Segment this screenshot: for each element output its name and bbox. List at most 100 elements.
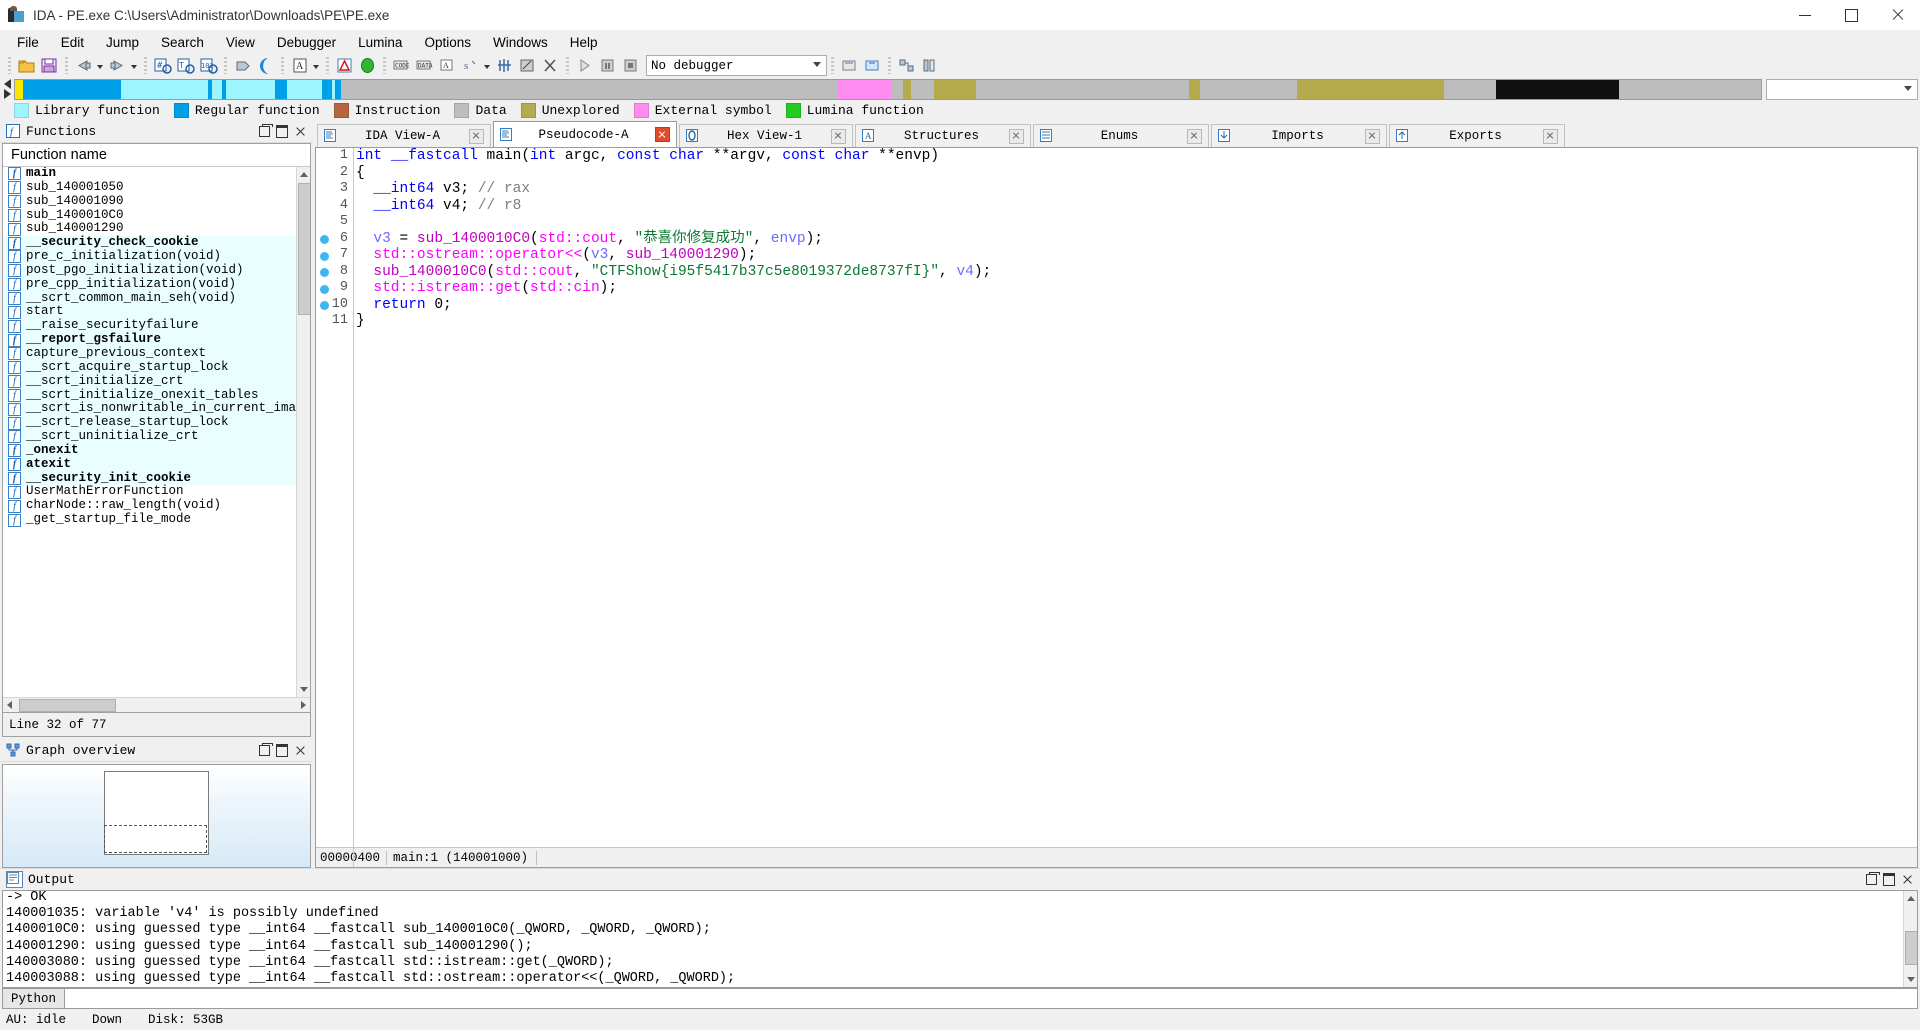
navband-segment[interactable] xyxy=(275,79,288,99)
function-list-item[interactable]: f __scrt_is_nonwritable_in_current_image xyxy=(3,401,296,417)
output-log[interactable]: -> OK 140001035: variable 'v4' is possibl… xyxy=(3,891,1903,987)
tab-close-icon[interactable] xyxy=(831,128,846,144)
code-line[interactable]: int __fastcall main(int argc, const char… xyxy=(356,148,1917,165)
menu-lumina[interactable]: Lumina xyxy=(347,33,413,52)
line-number[interactable]: 7 xyxy=(316,247,354,264)
back-icon[interactable] xyxy=(73,55,94,76)
line-number[interactable]: 9 xyxy=(316,280,354,297)
functions-horizontal-scrollbar[interactable] xyxy=(3,697,310,712)
navigation-band[interactable] xyxy=(14,78,1762,100)
tab-enums[interactable]: Enums xyxy=(1033,124,1209,147)
moon-icon[interactable] xyxy=(255,55,276,76)
line-number[interactable]: 4 xyxy=(316,198,354,215)
navband-segment[interactable] xyxy=(1199,79,1298,99)
tab-close-icon[interactable] xyxy=(655,127,670,142)
function-list-item[interactable]: f _get_startup_file_mode xyxy=(3,512,296,527)
python-language-button[interactable]: Python xyxy=(2,988,66,1009)
function-list-item[interactable]: f __scrt_initialize_onexit_tables xyxy=(3,388,296,403)
navband-zoom-select[interactable] xyxy=(1766,78,1918,100)
menu-help[interactable]: Help xyxy=(559,33,609,52)
tab-close-icon[interactable] xyxy=(1365,128,1380,144)
function-list-item[interactable]: f sub_140001290 xyxy=(3,222,296,236)
menu-windows[interactable]: Windows xyxy=(482,33,559,52)
menu-search[interactable]: Search xyxy=(150,33,215,52)
pseudocode-text[interactable]: int __fastcall main(int argc, const char… xyxy=(354,148,1917,847)
scroll-left-icon[interactable] xyxy=(7,701,12,709)
forward-dropdown-icon[interactable] xyxy=(129,55,140,76)
python-command-input[interactable] xyxy=(65,988,1918,1009)
scroll-up-icon[interactable] xyxy=(1907,896,1915,901)
scroll-right-icon[interactable] xyxy=(301,701,306,709)
graph-overview-panel[interactable] xyxy=(2,764,311,868)
navband-segment[interactable] xyxy=(226,79,276,99)
ascii-dropdown-icon[interactable] xyxy=(311,55,322,76)
save-icon[interactable] xyxy=(39,55,60,76)
navband-segment[interactable] xyxy=(934,79,977,99)
code-line[interactable]: } xyxy=(356,313,1917,330)
tab-close-icon[interactable] xyxy=(1009,128,1024,144)
delete-function-icon[interactable] xyxy=(540,55,561,76)
output-vertical-scrollbar[interactable] xyxy=(1903,891,1917,987)
toolbar-grip-10[interactable] xyxy=(888,57,891,74)
navband-segment[interactable] xyxy=(911,79,935,99)
menu-view[interactable]: View xyxy=(215,33,266,52)
functions-float-button[interactable] xyxy=(273,123,291,140)
open-file-icon[interactable] xyxy=(16,55,37,76)
undefine-dropdown-icon[interactable] xyxy=(482,55,493,76)
scroll-down-icon[interactable] xyxy=(300,687,308,692)
navband-segment[interactable] xyxy=(15,79,23,99)
pause-icon[interactable] xyxy=(597,55,618,76)
line-number[interactable]: 1 xyxy=(316,148,354,165)
function-list-item[interactable]: f __scrt_common_main_seh(void) xyxy=(3,291,296,306)
edit-function-icon[interactable] xyxy=(517,55,538,76)
run-icon[interactable] xyxy=(574,55,595,76)
graph-layout-icon[interactable] xyxy=(896,55,917,76)
tab-hex-view-1[interactable]: Hex View-1 xyxy=(679,124,853,147)
toolbar-grip-3[interactable] xyxy=(144,57,147,74)
function-list-item[interactable]: f sub_140001090 xyxy=(3,194,296,209)
navband-segment[interactable] xyxy=(22,79,121,99)
function-list-item[interactable]: f pre_cpp_initialization(void) xyxy=(3,277,296,292)
line-number[interactable]: 5 xyxy=(316,214,354,231)
scrollbar-thumb[interactable] xyxy=(1905,931,1917,965)
function-list-item[interactable]: f charNode::raw_length(void) xyxy=(3,498,296,513)
menu-edit[interactable]: Edit xyxy=(50,33,95,52)
search-again-icon[interactable] xyxy=(232,55,253,76)
debug-options-icon[interactable] xyxy=(839,55,860,76)
forward-icon[interactable] xyxy=(107,55,128,76)
tab-structures[interactable]: A Structures xyxy=(855,124,1031,147)
navband-arrows[interactable] xyxy=(2,79,14,99)
pseudocode-gutter[interactable]: 1 2 3 4 5 6 7 8 9 10 11 xyxy=(316,148,354,847)
code-line[interactable]: __int64 v4; // r8 xyxy=(356,198,1917,215)
menu-jump[interactable]: Jump xyxy=(95,33,150,52)
jump-to-address-icon[interactable]: # xyxy=(152,55,173,76)
navband-segment[interactable] xyxy=(902,79,912,99)
pseudocode-area[interactable]: 1 2 3 4 5 6 7 8 9 10 11 int __fastcall main(int ar… xyxy=(316,148,1917,867)
line-number[interactable]: 10 xyxy=(316,297,354,314)
code-line[interactable]: v3 = sub_1400010C0(std::cout, "恭喜你修复成功",… xyxy=(356,231,1917,248)
code-line[interactable]: std::ostream::operator<<(v3, sub_1400012… xyxy=(356,247,1917,264)
line-number[interactable]: 2 xyxy=(316,165,354,182)
breakpoint-marker-icon[interactable] xyxy=(320,301,329,310)
graph-overview-restore-button[interactable] xyxy=(255,742,273,759)
function-list-item[interactable]: f __scrt_release_startup_lock xyxy=(3,415,296,431)
hscrollbar-thumb[interactable] xyxy=(19,699,116,712)
function-list-item[interactable]: f start xyxy=(3,305,296,320)
line-number[interactable]: 3 xyxy=(316,181,354,198)
code-line[interactable] xyxy=(356,214,1917,231)
toolbar-grip-6[interactable] xyxy=(326,57,329,74)
function-list-item[interactable]: f __security_init_cookie xyxy=(3,471,296,486)
function-list-item[interactable]: f __scrt_uninitialize_crt xyxy=(3,429,296,444)
output-panel[interactable]: -> OK 140001035: variable 'v4' is possibl… xyxy=(2,890,1918,988)
debug-windows-icon[interactable] xyxy=(862,55,883,76)
function-list-item[interactable]: f pre_c_initialization(void) xyxy=(3,249,296,264)
tab-pseudocode-a[interactable]: Pseudocode-A xyxy=(493,121,677,147)
navband-segment[interactable] xyxy=(212,79,222,99)
breakpoint-marker-icon[interactable] xyxy=(320,251,329,261)
graph-overview-close-button[interactable] xyxy=(291,742,309,759)
function-list-item[interactable]: f _onexit xyxy=(3,443,296,458)
line-number[interactable]: 11 xyxy=(316,313,354,330)
function-list-item[interactable]: f sub_1400010C0 xyxy=(3,208,296,223)
menu-file[interactable]: File xyxy=(6,33,50,52)
menu-options[interactable]: Options xyxy=(413,33,482,52)
